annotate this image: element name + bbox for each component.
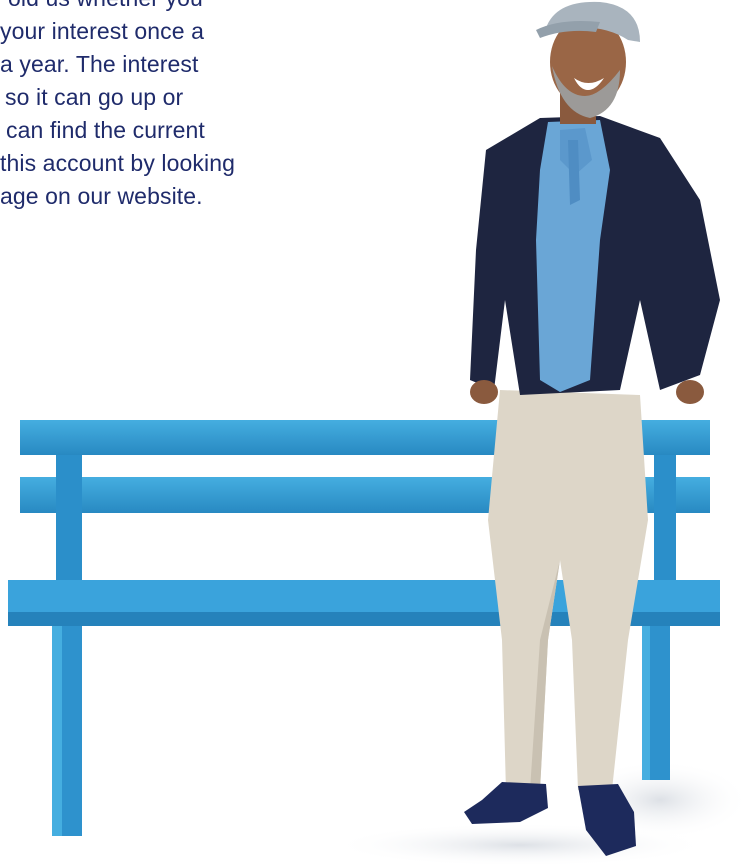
bench-and-man-photo — [8, 1, 743, 864]
